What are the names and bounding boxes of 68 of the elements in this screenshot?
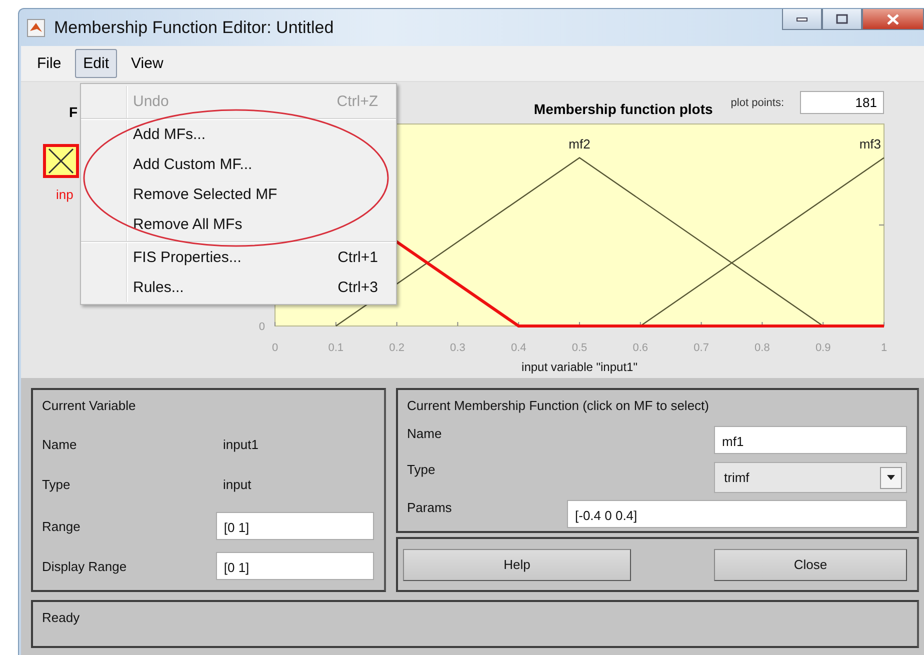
field-label: plot points: — [730, 96, 784, 108]
menu-item[interactable]: Edit — [75, 49, 118, 78]
menu-item[interactable]: Remove All MFs — [81, 209, 396, 239]
menu-item-label: Undo — [133, 92, 169, 110]
tick-label: 0.9 — [815, 342, 831, 354]
tick-label: 0.5 — [572, 342, 588, 354]
tick-label: 0.3 — [450, 342, 466, 354]
tick-label: 0.7 — [694, 342, 709, 354]
value-text: input1 — [223, 437, 258, 452]
field-label: Params — [407, 500, 452, 515]
shortcut-text: Ctrl+Z — [336, 92, 378, 110]
window-title: Membership Function Editor: Untitled — [54, 18, 334, 38]
maximize-button[interactable] — [822, 9, 862, 30]
field-label: Name — [42, 437, 78, 452]
minimize-button[interactable] — [782, 9, 822, 30]
function-label: mf3 — [859, 136, 881, 152]
tick-label: 0.4 — [510, 342, 526, 354]
field-label: Name — [407, 426, 442, 441]
menu-item-label: FIS Properties... — [133, 248, 242, 266]
field-label: Display Range — [42, 558, 128, 574]
close-icon — [887, 14, 899, 24]
menu-item-label: Add MFs... — [133, 126, 206, 142]
menu-item[interactable]: Rules... Ctrl+3 — [81, 272, 396, 302]
tick-label: 0 — [272, 342, 278, 354]
menu-item[interactable]: Add Custom MF... — [81, 149, 396, 179]
text-field[interactable]: mf1 — [714, 426, 907, 454]
tick-label: 0.2 — [389, 342, 404, 354]
function-label: mf2 — [568, 136, 590, 152]
menu-item-label: Rules... — [133, 278, 184, 296]
field-label: Type — [407, 462, 436, 477]
shortcut-text: Ctrl+3 — [338, 278, 378, 296]
app-icon — [27, 18, 45, 36]
chart-title: Membership function plots — [534, 100, 713, 116]
status-text: Ready — [42, 610, 80, 625]
menu-item[interactable]: View — [123, 49, 172, 78]
axis-label: input variable "input1" — [522, 360, 638, 374]
tick-label: 0.6 — [632, 342, 648, 354]
tick-label: 0.8 — [754, 342, 770, 354]
panel-title: F — [69, 104, 78, 120]
text-field[interactable]: [-0.4 0 0.4] — [567, 500, 907, 528]
dialog-button[interactable]: Close — [714, 548, 907, 580]
menu-item[interactable]: File — [29, 49, 70, 78]
menu-item[interactable]: Remove Selected MF — [81, 179, 396, 209]
menu-item-label: Remove All MFs — [133, 216, 242, 232]
panel-title: Current Variable — [42, 398, 136, 413]
minimize-icon — [796, 16, 808, 22]
text-field[interactable]: [0 1] — [216, 512, 374, 540]
field-label: Type — [42, 477, 72, 492]
text-field[interactable]: [0 1] — [216, 552, 374, 580]
field-label: Range — [42, 518, 82, 534]
shortcut-text: Ctrl+1 — [338, 248, 378, 266]
tick-label: 0 — [258, 321, 265, 333]
tick-label: 1 — [880, 342, 888, 354]
value-text: input — [223, 477, 252, 492]
menu-item[interactable]: Add MFs... — [81, 118, 396, 149]
menu-item[interactable]: FIS Properties... Ctrl+1 — [81, 241, 396, 272]
variable-box[interactable] — [43, 144, 79, 178]
menu-item-label: Add Custom MF... — [133, 156, 252, 172]
dropdown[interactable]: trimf — [714, 462, 907, 493]
close-button[interactable] — [862, 9, 924, 30]
panel-title: Current Membership Function (click on MF to select) — [407, 398, 709, 413]
maximize-icon — [836, 14, 848, 24]
dialog-button[interactable]: Help — [403, 548, 631, 580]
variable-label: inp — [56, 187, 74, 202]
plot-points-field[interactable]: 181 — [800, 91, 884, 114]
dropdown-value: trimf — [724, 470, 750, 485]
menu-item-label: Remove Selected MF — [133, 186, 278, 202]
tick-label: 0.1 — [328, 342, 344, 354]
